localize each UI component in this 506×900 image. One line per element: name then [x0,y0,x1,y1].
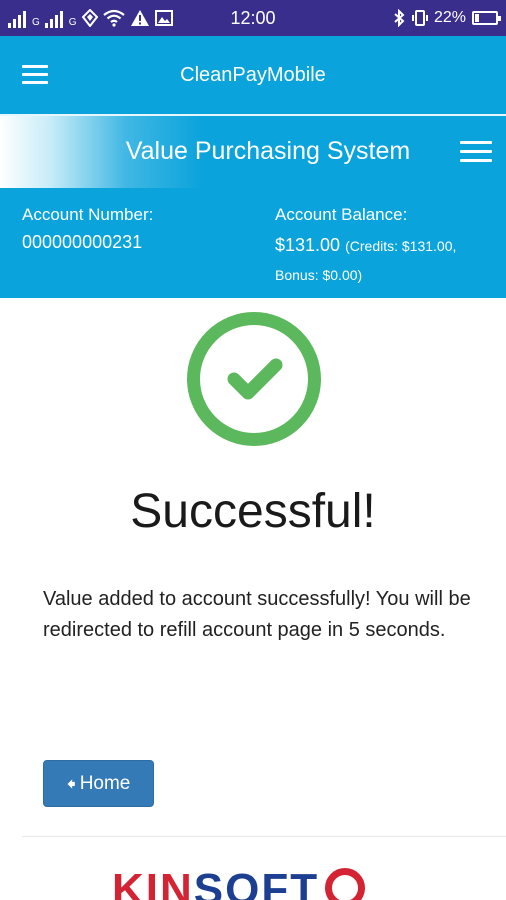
battery-icon [472,11,501,25]
account-balance: $131.00 (Credits: $131.00, Bonus: $0.00) [275,231,503,289]
banner: Value Purchasing System [0,114,506,188]
battery-fill [475,14,479,22]
vibrate-icon [411,8,428,28]
account-balance-label: Account Balance: [275,205,408,224]
battery-percent: 22% [433,9,466,26]
success-title: Successful! [130,485,376,538]
home-button-label: Home [79,772,131,794]
divider [22,836,506,837]
account-number-label: Account Number: [22,205,154,224]
kinsoft-logo: KINSOFT [112,868,366,900]
bluetooth-icon [392,8,406,28]
account-number-value: 000000000231 [22,232,143,252]
success-message: Value added to account successfully! You… [43,588,471,641]
status-bar: G G 12:00 22% [0,0,506,36]
menu-icon[interactable] [460,141,492,163]
logo-ring-icon [325,868,366,900]
status-right: 22% [392,8,501,28]
arrow-left-icon: 🠸 [66,773,76,794]
account-panel: Account Number: 000000000231 Account Bal… [0,188,506,298]
logo-text-red: KIN [112,868,194,900]
home-button[interactable]: 🠸 Home [43,760,154,807]
app-bar: CleanPayMobile [0,36,506,114]
account-balance-value: $131.00 [275,235,341,255]
app-title: CleanPayMobile [180,64,326,86]
logo-text-blue: SOFT [193,868,320,900]
banner-title: Value Purchasing System [125,137,411,165]
check-circle-icon [187,312,321,446]
